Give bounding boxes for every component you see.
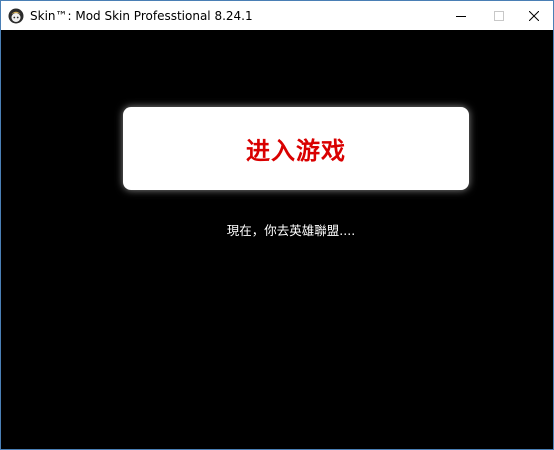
app-window: Skin™: Mod Skin Professtional 8.24.1 进入游… [0,0,554,450]
window-title: Skin™: Mod Skin Professtional 8.24.1 [30,8,253,23]
enter-game-button[interactable]: 进入游戏 [123,107,469,190]
close-icon [529,10,539,21]
minimize-icon [456,15,466,17]
app-logo-icon [8,8,24,23]
main-content: 进入游戏 現在，你去英雄聯盟.... [1,30,553,449]
enter-game-label: 进入游戏 [246,136,346,165]
close-button[interactable] [511,1,553,30]
status-message: 現在，你去英雄聯盟.... [226,223,356,238]
title-bar[interactable]: Skin™: Mod Skin Professtional 8.24.1 [1,1,553,30]
maximize-icon [494,10,504,21]
